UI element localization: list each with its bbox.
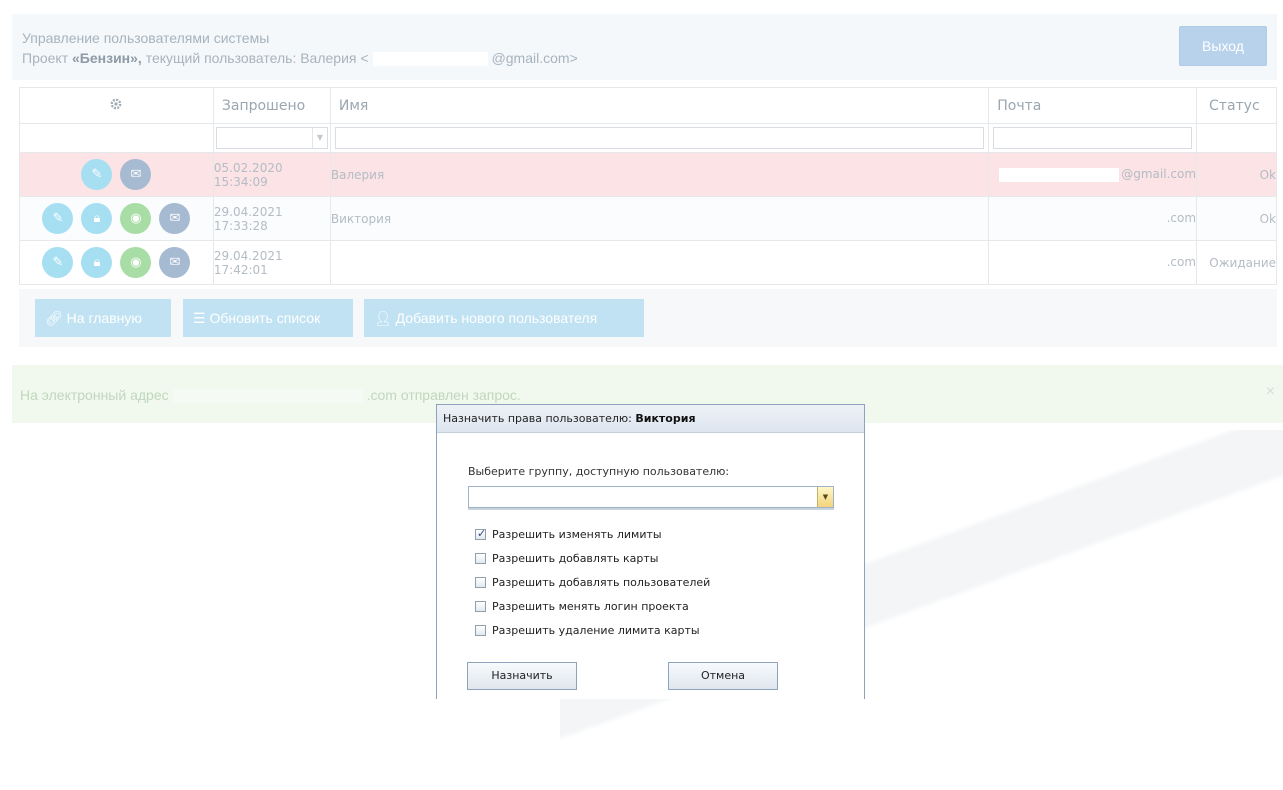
status-badge: Ok <box>1196 152 1277 197</box>
row-actions: ✎ 🔒︎ ◉ ✉ <box>19 196 214 241</box>
name-filter-input[interactable] <box>334 127 985 149</box>
table-row[interactable]: ✎ 🔒︎ ◉ ✉ 29.04.2021 17:33:28 Виктория .com O… <box>19 196 1277 241</box>
mail-icon[interactable]: ✉ <box>159 203 191 234</box>
edit-icon[interactable]: ✎ <box>42 247 74 278</box>
row-actions: ✎ ✉ <box>19 152 214 197</box>
email-cell: .com <box>988 240 1198 285</box>
project-info: Проект «Бензин», текущий пользователь: В… <box>22 50 578 67</box>
permission-add-users[interactable]: Разрешить добавлять пользователей <box>475 576 710 590</box>
column-requested[interactable]: Запрошено <box>212 87 331 124</box>
checkbox[interactable] <box>475 553 486 564</box>
group-select[interactable]: ▼ <box>468 486 834 508</box>
permission-change-login[interactable]: Разрешить менять логин проекта <box>475 600 689 614</box>
row-actions: ✎ 🔒︎ ◉ ✉ <box>19 240 214 285</box>
page-header: Управление пользователями системы Проект… <box>12 14 1277 80</box>
edit-icon[interactable]: ✎ <box>81 159 113 190</box>
email-filter-input[interactable] <box>993 127 1193 149</box>
cancel-button[interactable]: Отмена <box>668 662 778 690</box>
link-icon: 🔗︎ <box>45 310 67 326</box>
requested-cell: 05.02.2020 15:34:09 <box>212 152 331 197</box>
requested-cell: 29.04.2021 17:33:28 <box>212 196 331 241</box>
name-cell: Валерия <box>329 152 990 197</box>
user-icon: 👤︎ <box>374 310 396 326</box>
edit-icon[interactable]: ✎ <box>42 203 74 234</box>
table-header-row: Запрошено Имя Почта Статус <box>19 87 1277 124</box>
name-cell <box>329 240 990 285</box>
chevron-down-icon[interactable]: ▼ <box>817 487 833 507</box>
add-user-button[interactable]: 👤︎ Добавить нового пользователя <box>364 299 644 337</box>
checkbox[interactable] <box>475 527 486 541</box>
refresh-list-button[interactable]: ☰ Обновить список <box>183 299 353 337</box>
status-badge: Ok <box>1196 196 1277 241</box>
permission-add-cards[interactable]: Разрешить добавлять карты <box>475 552 658 566</box>
lock-icon[interactable]: 🔒︎ <box>81 247 113 278</box>
column-status[interactable]: Статус <box>1196 87 1277 124</box>
chevron-down-icon: ▼ <box>311 128 327 148</box>
checkbox[interactable] <box>475 577 486 588</box>
mail-icon[interactable]: ✉ <box>159 247 191 278</box>
redacted-email <box>1044 255 1165 270</box>
requested-filter-select[interactable]: ▼ <box>215 127 328 149</box>
status-badge: Ожидание <box>1196 240 1277 285</box>
filter-row: ▼ <box>19 123 1277 153</box>
mail-icon[interactable]: ✉ <box>120 159 152 190</box>
action-toolbar: 🔗︎ На главную ☰ Обновить список 👤︎ Добав… <box>19 289 1277 347</box>
table-row[interactable]: ✎ 🔒︎ ◉ ✉ 29.04.2021 17:42:01 .com Ожидание <box>19 240 1277 285</box>
permission-change-limits[interactable]: Разрешить изменять лимиты <box>475 527 662 542</box>
redacted-email <box>172 389 363 404</box>
dialog-title: Назначить права пользователю: Виктория <box>437 405 864 433</box>
email-cell: @gmail.com <box>988 152 1198 197</box>
permission-delete-card-limit[interactable]: Разрешить удаление лимита карты <box>475 624 700 638</box>
lock-icon[interactable]: 🔒︎ <box>81 203 113 234</box>
column-email[interactable]: Почта <box>988 87 1198 124</box>
logout-button[interactable]: Выход <box>1179 26 1267 66</box>
page-title: Управление пользователями системы <box>22 30 270 46</box>
group-select-label: Выберите группу, доступную пользователю: <box>468 465 730 478</box>
assign-button[interactable]: Назначить <box>467 662 577 690</box>
redacted-email <box>1044 211 1165 226</box>
checkbox[interactable] <box>475 625 486 636</box>
redacted-email <box>372 52 488 67</box>
name-cell: Виктория <box>329 196 990 241</box>
eye-icon[interactable]: ◉ <box>120 247 152 278</box>
project-name: «Бензин», <box>72 50 142 66</box>
table-row[interactable]: ✎ ✉ 05.02.2020 15:34:09 Валерия @gmail.com… <box>19 152 1277 197</box>
eye-icon[interactable]: ◉ <box>120 203 152 234</box>
redacted-email <box>999 167 1120 182</box>
gear-icon <box>111 98 122 109</box>
users-table: Запрошено Имя Почта Статус ▼ ✎ ✉ 05.02.20… <box>19 87 1277 285</box>
column-name[interactable]: Имя <box>329 87 990 124</box>
assign-rights-dialog: Назначить права пользователю: Виктория В… <box>436 404 865 699</box>
list-icon: ☰ <box>193 310 210 326</box>
close-icon[interactable]: × <box>1266 383 1275 401</box>
requested-cell: 29.04.2021 17:42:01 <box>212 240 331 285</box>
home-button[interactable]: 🔗︎ На главную <box>35 299 171 337</box>
settings-column-header[interactable] <box>19 87 214 124</box>
email-cell: .com <box>988 196 1198 241</box>
checkbox[interactable] <box>475 601 486 612</box>
